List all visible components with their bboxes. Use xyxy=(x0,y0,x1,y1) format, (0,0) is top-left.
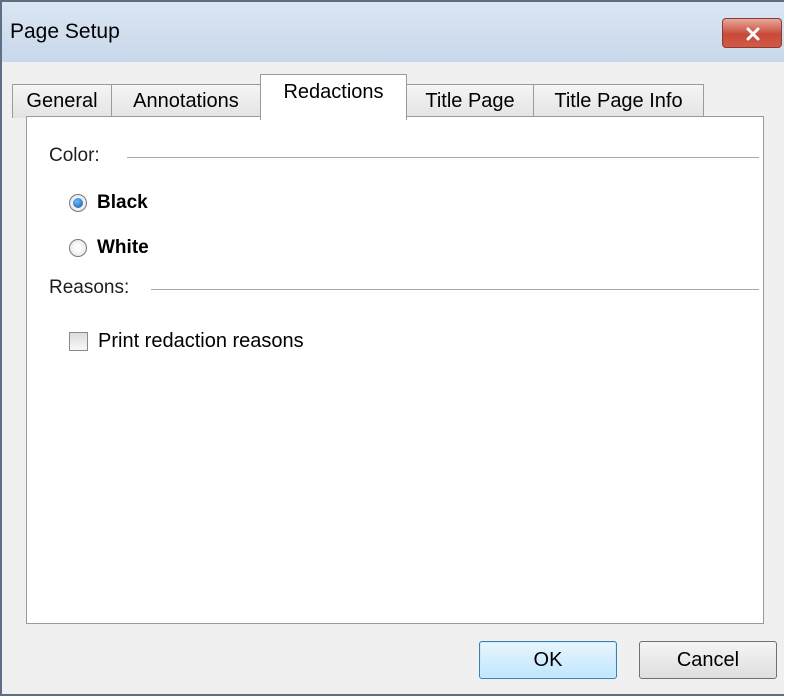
close-button[interactable] xyxy=(722,18,782,48)
tab-title-page-label: Title Page xyxy=(425,90,515,112)
print-redaction-reasons-label: Print redaction reasons xyxy=(98,330,304,352)
tab-annotations[interactable]: Annotations xyxy=(111,84,261,118)
reasons-group-label: Reasons: xyxy=(49,277,130,298)
tab-general-label: General xyxy=(26,90,98,112)
tab-general[interactable]: General xyxy=(12,84,112,118)
radio-white-button[interactable] xyxy=(69,239,87,257)
radio-black-label: Black xyxy=(97,192,148,213)
title-bar[interactable]: Page Setup xyxy=(2,2,784,62)
redactions-panel: Color: Black White Reasons: Print redact… xyxy=(26,116,764,624)
radio-white[interactable]: White xyxy=(69,237,149,259)
window-title: Page Setup xyxy=(10,20,120,43)
tab-title-page-info[interactable]: Title Page Info xyxy=(533,84,704,118)
tab-title-page[interactable]: Title Page xyxy=(406,84,534,118)
dialog-body: General Annotations Redactions Title Pag… xyxy=(2,62,784,694)
radio-white-label: White xyxy=(97,237,149,258)
tab-title-page-info-label: Title Page Info xyxy=(554,90,683,112)
ok-button-label: OK xyxy=(533,649,563,671)
radio-black[interactable]: Black xyxy=(69,192,148,214)
tab-redactions-label: Redactions xyxy=(283,81,384,103)
radio-black-button[interactable] xyxy=(69,194,87,212)
print-redaction-reasons-checkbox[interactable] xyxy=(69,332,88,351)
color-group-label: Color: xyxy=(49,145,100,166)
tab-annotations-label: Annotations xyxy=(133,90,239,112)
tab-redactions[interactable]: Redactions xyxy=(260,74,407,120)
cancel-button-label: Cancel xyxy=(676,649,740,671)
page-setup-dialog: Page Setup General Annotations Redaction… xyxy=(0,0,784,696)
reasons-group-divider xyxy=(151,289,759,290)
print-redaction-reasons[interactable]: Print redaction reasons xyxy=(69,330,304,353)
color-group-divider xyxy=(127,157,759,158)
ok-button[interactable]: OK xyxy=(479,641,617,679)
cancel-button[interactable]: Cancel xyxy=(639,641,777,679)
